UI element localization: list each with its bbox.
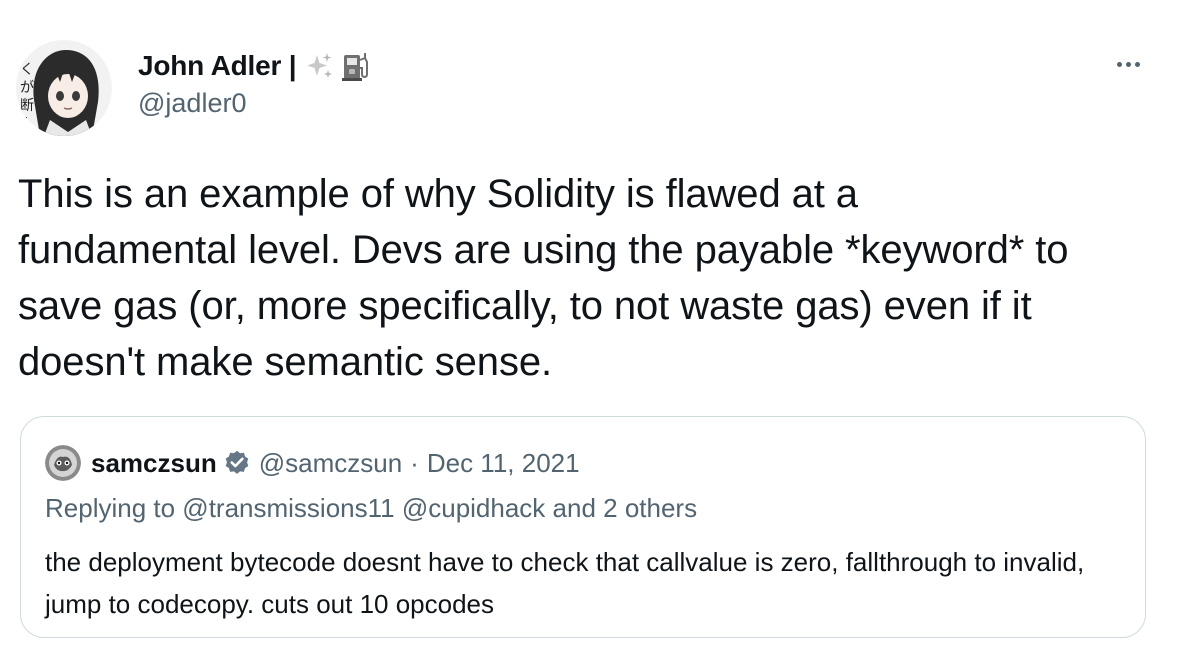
header-separator: ·	[410, 447, 419, 478]
svg-text:が: が	[20, 80, 34, 96]
author-info: John Adler | @jadler0	[138, 46, 372, 119]
more-options-button[interactable]	[1108, 52, 1148, 76]
quoted-tweet-text: the deployment bytecode doesnt have to c…	[45, 547, 1085, 619]
tweet: く が 断 ! John Adler | @jadler0 This is an…	[0, 0, 1186, 670]
author-avatar[interactable]: く が 断 !	[16, 40, 112, 136]
replying-to-text: Replying to @transmissions11 @cupidhack …	[45, 493, 698, 523]
author-display-name[interactable]: John Adler |	[138, 50, 297, 82]
author-handle[interactable]: @jadler0	[138, 88, 372, 119]
name-emojis	[304, 50, 372, 82]
quoted-tweet-header: samczsun @samczsun · Dec 11, 2021	[45, 445, 580, 481]
quoted-author-name[interactable]: samczsun	[91, 448, 217, 479]
more-dot	[1134, 61, 1140, 67]
fuel-pump-icon	[342, 53, 369, 81]
quoted-tweet-card[interactable]: samczsun @samczsun · Dec 11, 2021 Replyi…	[20, 416, 1146, 638]
quoted-author-handle[interactable]: @samczsun	[259, 448, 402, 479]
svg-text:く: く	[20, 62, 34, 78]
anime-girl-avatar-icon: く が 断 !	[16, 40, 112, 136]
tweet-text: This is an example of why Solidity is fl…	[18, 172, 1069, 384]
sparkles-icon	[307, 53, 333, 78]
more-horizontal-icon	[1116, 61, 1122, 67]
svg-text:断: 断	[20, 98, 34, 114]
svg-text:!: !	[24, 115, 29, 129]
display-name-row: John Adler |	[138, 46, 372, 86]
samczsun-avatar-icon	[45, 445, 81, 481]
verified-badge-icon	[223, 449, 251, 477]
quoted-author-avatar[interactable]	[45, 445, 81, 481]
quoted-tweet-date[interactable]: Dec 11, 2021	[427, 448, 580, 479]
more-dot	[1125, 61, 1131, 67]
